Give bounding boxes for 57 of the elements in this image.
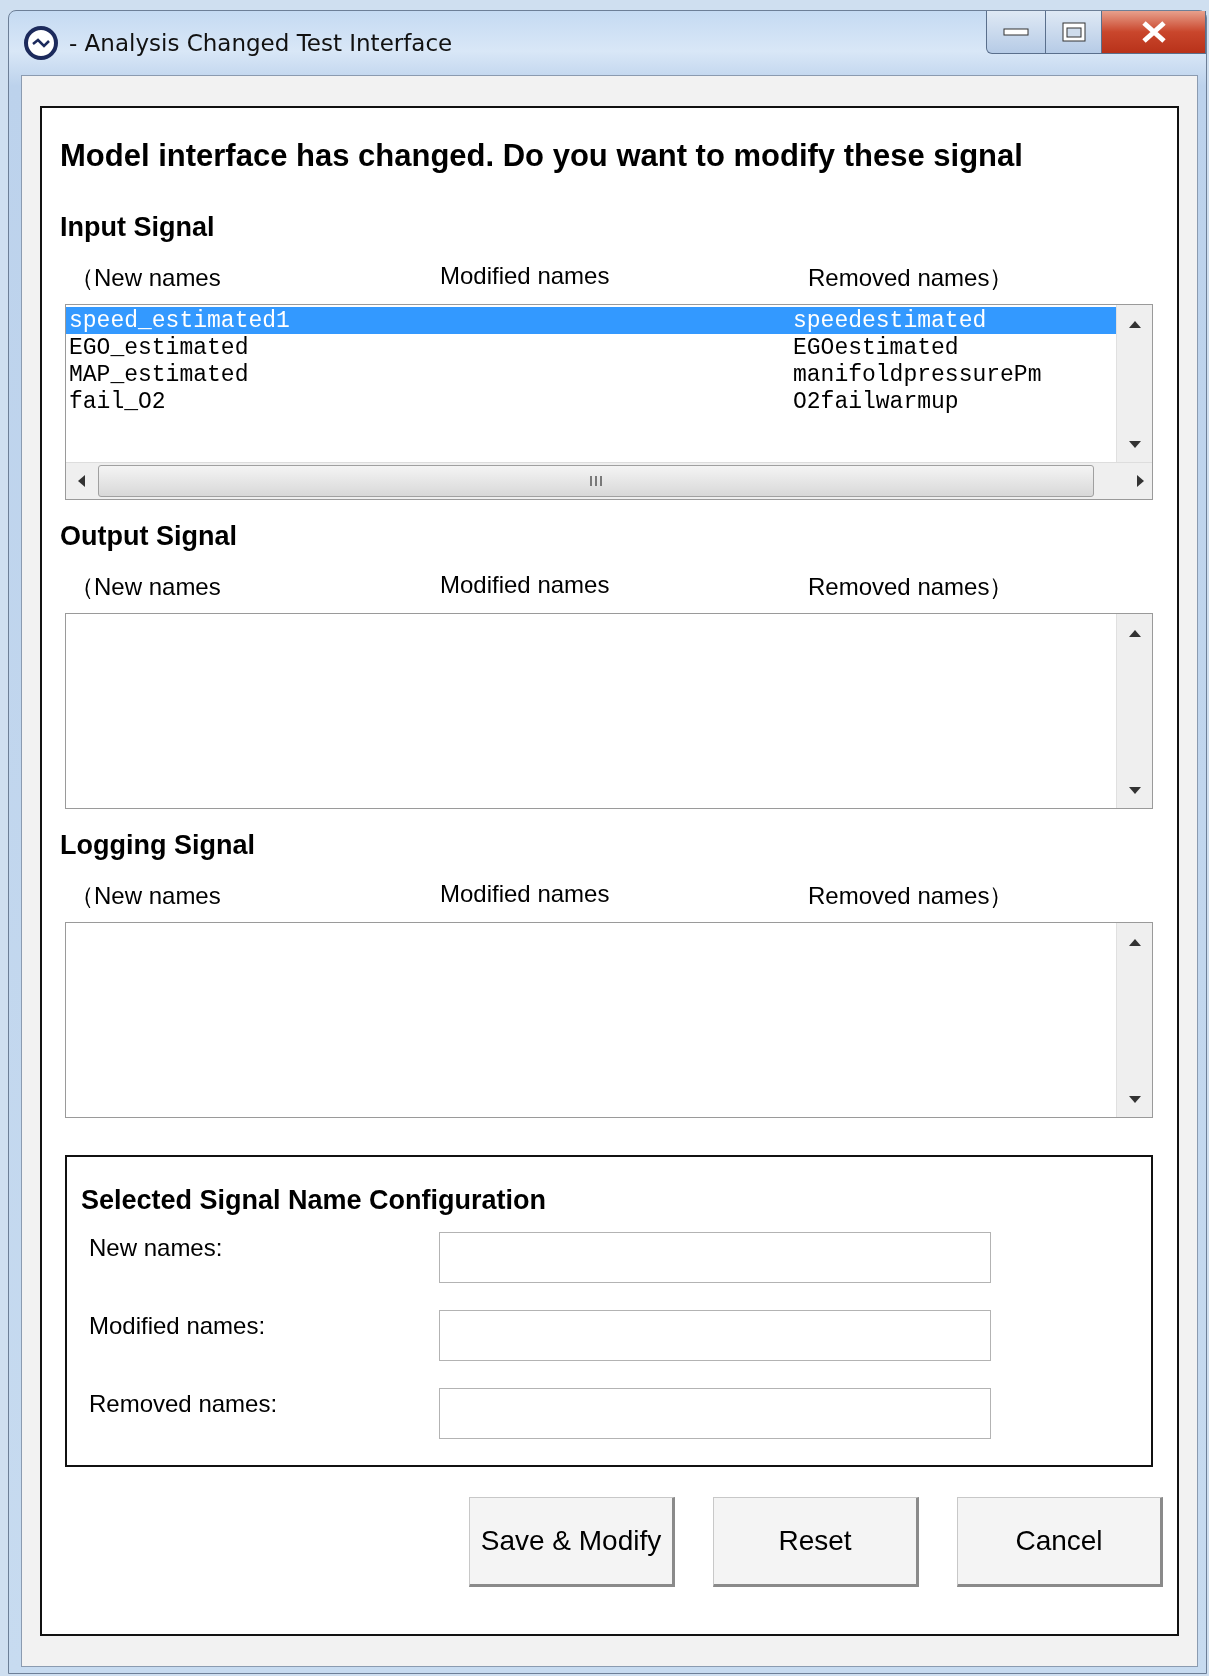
dialog-button[interactable]: Cancel — [957, 1497, 1163, 1587]
field-label: Removed names: — [88, 1389, 279, 1418]
removed-name: speedestimated — [793, 307, 988, 334]
list-row[interactable]: MAP_estimated manifoldpressurePm — [66, 361, 1116, 388]
new-name: EGO_estimated — [69, 334, 250, 361]
section-title: Output Signal — [60, 521, 238, 552]
input-field[interactable] — [439, 1232, 991, 1283]
group-title: Selected Signal Name Configuration — [81, 1185, 548, 1216]
column-header: （New names — [70, 263, 222, 293]
scroll-up-icon[interactable] — [1127, 628, 1142, 638]
close-button[interactable] — [1102, 11, 1206, 54]
window-title: - Analysis Changed Test Interface — [69, 30, 453, 56]
scroll-left-icon[interactable] — [76, 474, 86, 488]
horizontal-scrollbar[interactable] — [66, 462, 1152, 499]
dialog-heading: Model interface has changed. Do you want to modify these signal — [60, 138, 1024, 174]
vertical-scrollbar[interactable] — [1116, 305, 1152, 462]
scroll-up-icon[interactable] — [1127, 319, 1142, 329]
section-title: Input Signal — [60, 212, 216, 243]
scroll-thumb[interactable] — [98, 465, 1094, 497]
list-row[interactable]: EGO_estimated EGOestimated — [66, 334, 1116, 361]
vertical-scrollbar[interactable] — [1116, 614, 1152, 808]
section-title: Logging Signal — [60, 830, 256, 861]
field-label: Modified names: — [88, 1311, 267, 1340]
input-field[interactable] — [439, 1310, 991, 1361]
scroll-right-icon[interactable] — [1136, 474, 1146, 488]
scroll-up-icon[interactable] — [1127, 937, 1142, 947]
column-header: Modified names — [440, 880, 611, 909]
list-row[interactable]: fail_O2 O2failwarmup — [66, 388, 1116, 415]
new-name: MAP_estimated — [69, 361, 250, 388]
dialog-button[interactable]: Reset — [713, 1497, 919, 1587]
new-name: speed_estimated1 — [69, 307, 291, 334]
minimize-button[interactable] — [986, 11, 1046, 54]
column-header: Removed names） — [808, 263, 1015, 293]
removed-name: EGOestimated — [793, 334, 960, 361]
app-icon — [23, 25, 59, 61]
column-header: （New names — [70, 572, 222, 602]
maximize-icon — [1061, 22, 1086, 42]
column-header: Removed names） — [808, 881, 1015, 911]
column-header: Modified names — [440, 571, 611, 600]
column-header: （New names — [70, 881, 222, 911]
dialog-button[interactable]: Save & Modify — [469, 1497, 675, 1587]
signal-list[interactable]: speed_estimated1 speedestimated EGO_estimated EGOestimated MAP_estimated manifoldpressurePm fail_O2 O2failwarmup — [65, 304, 1153, 500]
close-icon — [1140, 21, 1167, 43]
input-field[interactable] — [439, 1388, 991, 1439]
scroll-down-icon[interactable] — [1127, 786, 1142, 796]
field-label: New names: — [88, 1233, 224, 1262]
scroll-down-icon[interactable] — [1127, 440, 1142, 450]
column-header: Modified names — [440, 262, 611, 291]
removed-name: manifoldpressurePm — [793, 361, 1043, 388]
new-name: fail_O2 — [69, 388, 167, 415]
minimize-icon — [1003, 27, 1029, 37]
grip-icon — [589, 475, 603, 487]
maximize-button[interactable] — [1046, 11, 1102, 54]
removed-name: O2failwarmup — [793, 388, 960, 415]
vertical-scrollbar[interactable] — [1116, 923, 1152, 1117]
column-header: Removed names） — [808, 572, 1015, 602]
scroll-down-icon[interactable] — [1127, 1095, 1142, 1105]
